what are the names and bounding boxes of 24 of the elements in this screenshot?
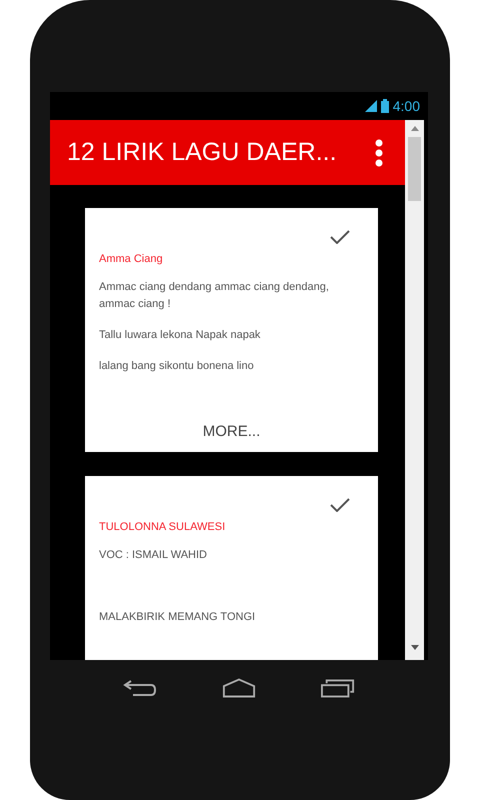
lyric-card[interactable]: Amma Ciang Ammac ciang dendang ammac ciang dendang, ammac ciang ! Tallu luwara lekona Napak napak lalang bang sikontu bonena lino MORE... [85,208,378,452]
recent-apps-icon[interactable] [321,678,356,698]
home-icon[interactable] [222,678,256,698]
overflow-menu-icon[interactable] [375,138,383,166]
lyric-line: VOC : ISMAIL WAHID [99,548,208,563]
lyric-card[interactable]: TULOLONNA SULAWESI VOC : ISMAIL WAHID MALAKBIRIK MEMANG TONGI [85,476,378,660]
song-title: Amma Ciang [99,253,164,265]
scroll-down-icon[interactable] [410,645,418,650]
scrollbar[interactable] [405,120,424,660]
more-link[interactable]: MORE... [202,417,260,452]
song-title: TULOLONNA SULAWESI [99,521,226,533]
lyric-line: Ammac ciang dendang ammac ciang dendang, ammac ciang ! [99,280,330,312]
scroll-up-icon[interactable] [410,126,418,131]
lyric-line: MALAKBIRIK MEMANG TONGI [99,610,256,625]
check-icon[interactable] [330,230,350,244]
status-time: 4:00 [392,98,420,114]
battery-icon [380,99,389,113]
scroll-thumb[interactable] [408,137,421,201]
signal-icon [364,100,377,112]
check-icon[interactable] [330,498,350,512]
lyric-line: lalang bang sikontu bonena lino [99,359,255,374]
app-title: 12 LIRIK LAGU DAER... [67,138,337,167]
lyric-line: Tallu luwara lekona Napak napak [99,328,262,343]
back-icon[interactable] [122,678,157,698]
